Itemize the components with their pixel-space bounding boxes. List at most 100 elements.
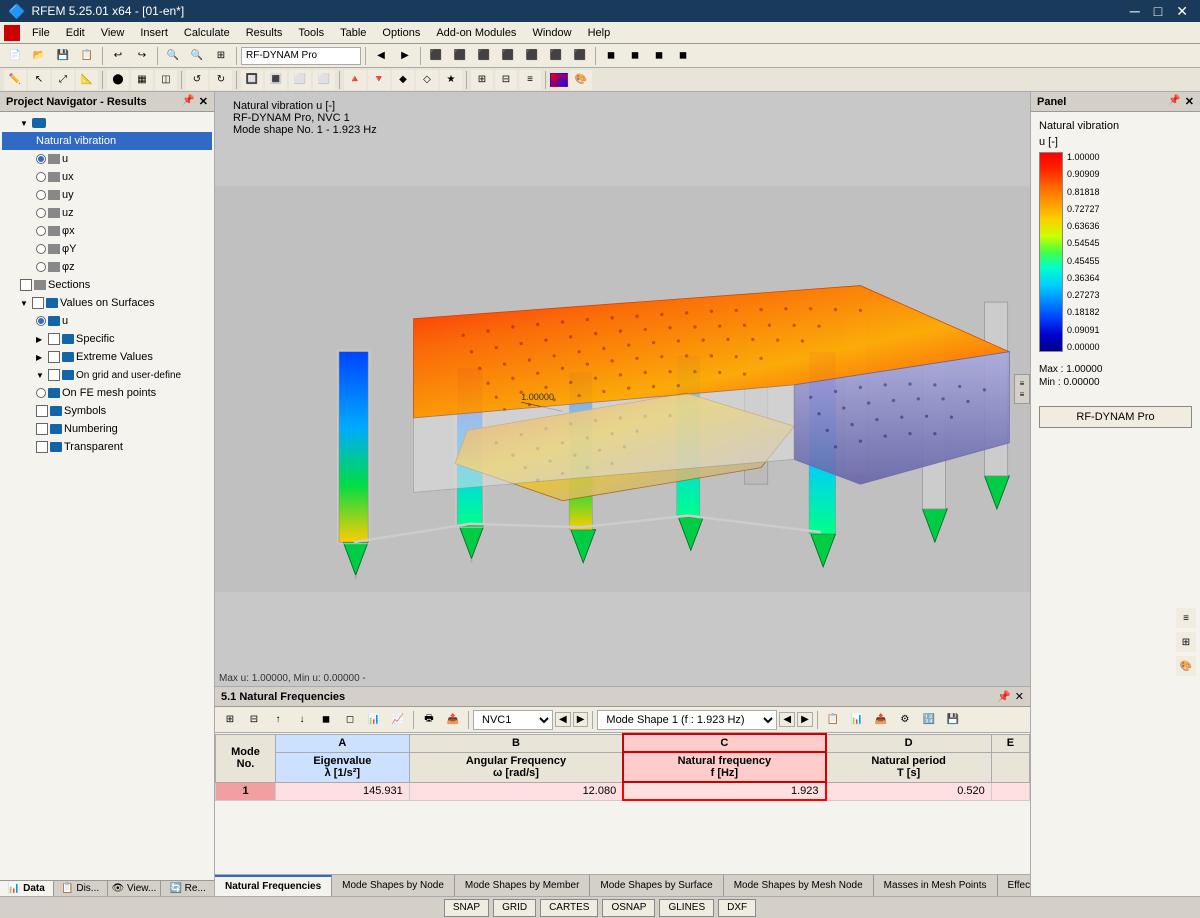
rf-dynam-pro-button[interactable]: RF-DYNAM Pro [1039, 406, 1192, 428]
tb2-btn6[interactable]: ▦ [131, 70, 153, 90]
tb-btn5[interactable]: ⬛ [521, 46, 543, 66]
status-cartes[interactable]: CARTES [540, 899, 598, 917]
tree-ux[interactable]: ux [2, 168, 212, 186]
expand-icon[interactable]: ▼ [20, 119, 32, 128]
tb2-btn7[interactable]: ◫ [155, 70, 177, 90]
nav-tab-re[interactable]: 🔄 Re... [161, 881, 214, 896]
status-snap[interactable]: SNAP [444, 899, 489, 917]
tab-masses-mesh[interactable]: Masses in Mesh Points [874, 875, 998, 896]
menu-file[interactable]: File [24, 25, 58, 41]
bt-extra1[interactable]: 📋 [822, 710, 844, 730]
bt-btn4[interactable]: ↓ [291, 710, 313, 730]
status-dxf[interactable]: DXF [718, 899, 756, 917]
menu-help[interactable]: Help [580, 25, 619, 41]
tb2-op4[interactable]: ◇ [416, 70, 438, 90]
tb2-view4[interactable]: ⬜ [313, 70, 335, 90]
menu-insert[interactable]: Insert [132, 25, 176, 41]
tb2-view1[interactable]: 🔲 [241, 70, 263, 90]
expand-extreme[interactable]: ▶ [36, 353, 48, 362]
radio-uz[interactable] [36, 208, 46, 218]
tb2-view3[interactable]: ⬜ [289, 70, 311, 90]
status-glines[interactable]: GLINES [659, 899, 714, 917]
tb-undo[interactable]: ↩ [107, 46, 129, 66]
tb-btn4[interactable]: ⬛ [497, 46, 519, 66]
menu-view[interactable]: View [93, 25, 133, 41]
tree-phiy[interactable]: φY [2, 240, 212, 258]
window-controls[interactable]: ─ □ ✕ [1126, 3, 1192, 20]
bt-extra2[interactable]: 📊 [846, 710, 868, 730]
tb2-grid2[interactable]: ⊟ [495, 70, 517, 90]
tree-uz[interactable]: uz [2, 204, 212, 222]
tb2-btn5[interactable]: ⬤ [107, 70, 129, 90]
nav-tab-data[interactable]: 📊 Data [0, 881, 54, 896]
tb2-grid1[interactable]: ⊞ [471, 70, 493, 90]
minimize-button[interactable]: ─ [1126, 3, 1144, 20]
tb-btn7[interactable]: ⬛ [569, 46, 591, 66]
radio-uy[interactable] [36, 190, 46, 200]
tb-btn3[interactable]: ⬛ [473, 46, 495, 66]
tree-uy[interactable]: uy [2, 186, 212, 204]
tree-sections[interactable]: Sections [2, 276, 212, 294]
bt-btn2[interactable]: ⊟ [243, 710, 265, 730]
checkbox-symbols[interactable] [36, 405, 48, 417]
tree-extreme[interactable]: ▶ Extreme Values [2, 348, 212, 366]
tb-nav1[interactable]: ◀ [370, 46, 392, 66]
radio-phiy[interactable] [36, 244, 46, 254]
tb2-rot1[interactable]: ↺ [186, 70, 208, 90]
nav-close-icon[interactable]: ✕ [199, 95, 208, 108]
bt-extra5[interactable]: 🔢 [918, 710, 940, 730]
nav-pin-icon[interactable]: 📌 [182, 95, 194, 108]
bt-btn6[interactable]: ◻ [339, 710, 361, 730]
tab-mode-surface[interactable]: Mode Shapes by Surface [590, 875, 723, 896]
status-osnap[interactable]: OSNAP [602, 899, 655, 917]
tb-redo[interactable]: ↪ [131, 46, 153, 66]
bt-btn7[interactable]: 📊 [363, 710, 385, 730]
tb2-color1[interactable] [550, 73, 568, 87]
tree-phix[interactable]: φx [2, 222, 212, 240]
bottom-close-icon[interactable]: ✕ [1015, 690, 1024, 703]
menu-results[interactable]: Results [238, 25, 291, 41]
tree-phiz[interactable]: φz [2, 258, 212, 276]
menu-addon[interactable]: Add-on Modules [428, 25, 524, 41]
bt-btn8[interactable]: 📈 [387, 710, 409, 730]
nvc-selector[interactable]: NVC1 [473, 710, 553, 730]
menu-window[interactable]: Window [524, 25, 579, 41]
tab-mode-member[interactable]: Mode Shapes by Member [455, 875, 591, 896]
tb-zoom-fit[interactable]: ⊞ [210, 46, 232, 66]
tb2-view2[interactable]: 🔳 [265, 70, 287, 90]
bt-btn3[interactable]: ↑ [267, 710, 289, 730]
expand-specific[interactable]: ▶ [36, 335, 48, 344]
tb2-op3[interactable]: ◆ [392, 70, 414, 90]
checkbox-transparent[interactable] [36, 441, 48, 453]
tree-grid[interactable]: ▼ On grid and user-define [2, 366, 212, 384]
tree-specific[interactable]: ▶ Specific [2, 330, 212, 348]
checkbox-grid[interactable] [48, 369, 60, 381]
radio-ux[interactable] [36, 172, 46, 182]
tab-mode-node[interactable]: Mode Shapes by Node [332, 875, 455, 896]
scroll-panel-right[interactable]: ≡ ≡ [1014, 374, 1030, 404]
panel-close[interactable]: ✕ [1185, 95, 1194, 108]
tab-mode-mesh[interactable]: Mode Shapes by Mesh Node [724, 875, 874, 896]
tb-btn2[interactable]: ⬛ [449, 46, 471, 66]
panel-pin[interactable]: 📌 [1168, 95, 1180, 108]
tb2-btn1[interactable]: ✏️ [4, 70, 26, 90]
status-grid[interactable]: GRID [493, 899, 536, 917]
tb-save2[interactable]: 📋 [76, 46, 98, 66]
right-icon-1[interactable]: ≡ [1176, 608, 1196, 628]
menu-table[interactable]: Table [332, 25, 374, 41]
radio-surfaces-u[interactable] [36, 316, 46, 326]
bt-extra4[interactable]: ⚙ [894, 710, 916, 730]
mode-next[interactable]: ▶ [797, 712, 813, 727]
menu-tools[interactable]: Tools [290, 25, 332, 41]
checkbox-extreme[interactable] [48, 351, 60, 363]
tb-btn1[interactable]: ⬛ [425, 46, 447, 66]
tb2-op1[interactable]: 🔺 [344, 70, 366, 90]
radio-phiz[interactable] [36, 262, 46, 272]
menu-edit[interactable]: Edit [58, 25, 93, 41]
checkbox-numbering[interactable] [36, 423, 48, 435]
tree-symbols[interactable]: Symbols [2, 402, 212, 420]
tb-new[interactable]: 📄 [4, 46, 26, 66]
bt-print[interactable]: 🖶 [418, 710, 440, 730]
tb2-btn2[interactable]: ↖ [28, 70, 50, 90]
tree-values-surfaces[interactable]: ▼ Values on Surfaces [2, 294, 212, 312]
